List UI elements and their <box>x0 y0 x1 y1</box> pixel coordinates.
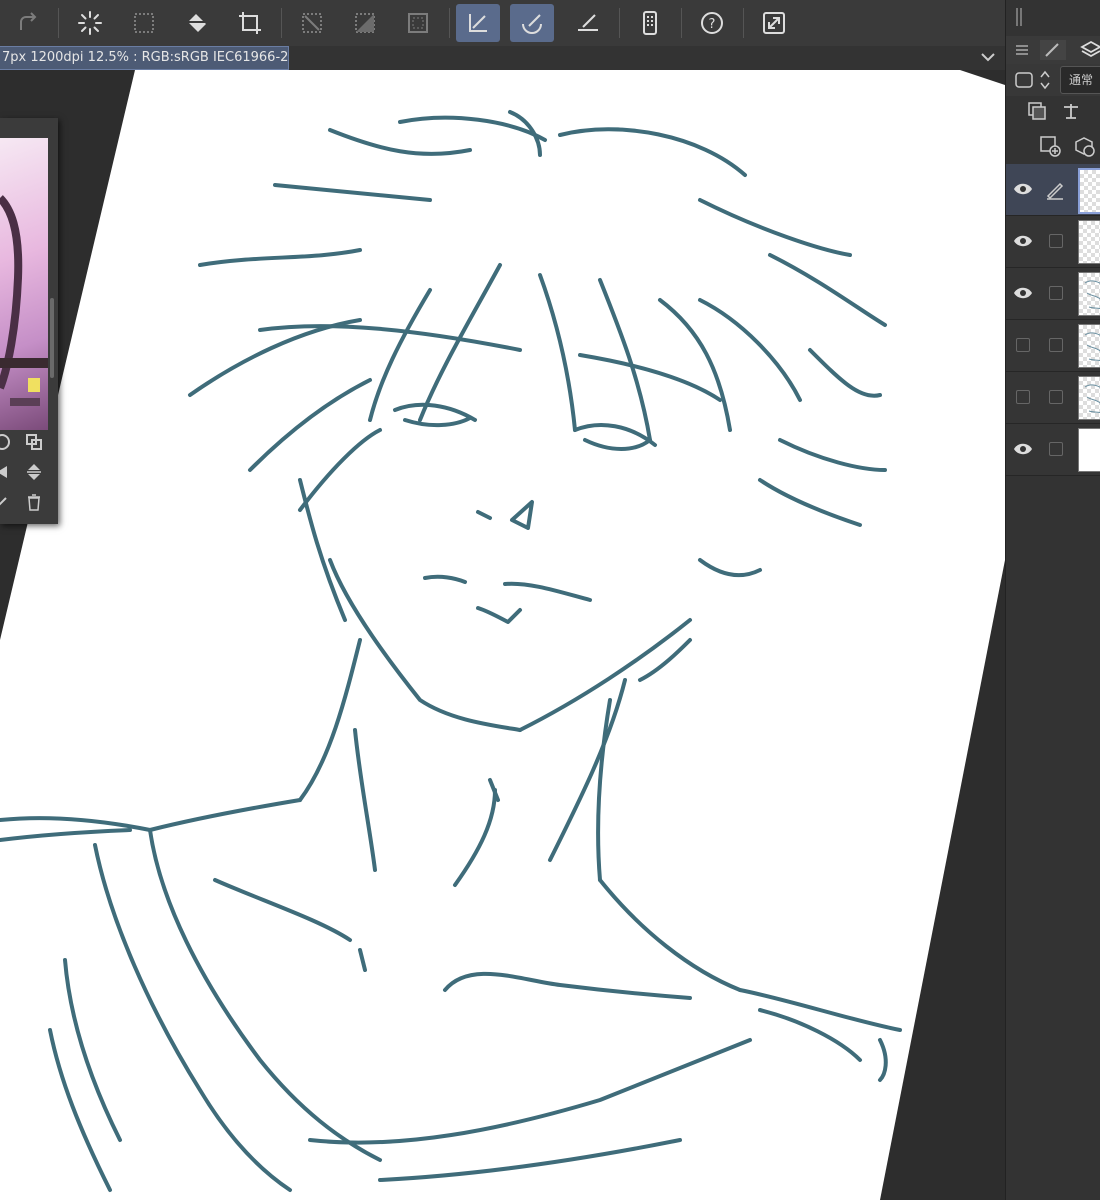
clear-outside-icon <box>302 13 322 33</box>
clear-outside-button[interactable] <box>290 4 334 42</box>
grid-snap-button[interactable] <box>566 4 610 42</box>
canvas-tab[interactable]: 7px 1200dpi 12.5% : RGB:sRGB IEC61966-2.… <box>0 46 289 70</box>
layer-row[interactable] <box>1006 424 1100 476</box>
redo-button[interactable] <box>6 4 50 42</box>
transform-button[interactable] <box>228 4 272 42</box>
reference-layer-icon[interactable] <box>1026 100 1048 122</box>
fullscreen-icon <box>763 12 785 34</box>
layer-thumbnail <box>1078 168 1100 214</box>
eye-icon[interactable] <box>1012 179 1034 199</box>
transform-icon <box>239 12 261 34</box>
navigator-panel <box>0 118 58 524</box>
clear-selection-icon <box>134 13 154 33</box>
selection-border-button[interactable] <box>396 4 440 42</box>
fullscreen-button[interactable] <box>752 4 796 42</box>
special-ruler-snap-button[interactable] <box>510 4 554 42</box>
svg-text:?: ? <box>709 17 716 32</box>
lock-checkbox[interactable] <box>1049 442 1063 456</box>
rotate-icon[interactable] <box>0 432 12 452</box>
layer-thumbnail <box>1078 220 1100 264</box>
layer-row[interactable] <box>1006 372 1100 424</box>
grid-snap-icon <box>578 14 598 31</box>
panel-grip-icon[interactable] <box>1014 8 1024 26</box>
layer-row[interactable] <box>1006 268 1100 320</box>
help-icon: ? <box>701 12 723 34</box>
layer-color-icon[interactable] <box>1014 70 1034 90</box>
fill-button[interactable] <box>175 4 219 42</box>
special-ruler-snap-icon <box>522 14 542 34</box>
lock-checkbox[interactable] <box>1049 286 1063 300</box>
layer-row[interactable] <box>1006 320 1100 372</box>
selection-border-icon <box>408 13 428 33</box>
clear-selection-button[interactable] <box>122 4 166 42</box>
visibility-checkbox[interactable] <box>1016 338 1030 352</box>
new-vector-layer-icon[interactable] <box>1072 134 1096 158</box>
redo-icon <box>20 12 37 30</box>
new-raster-layer-icon[interactable] <box>1038 134 1062 158</box>
layer-row[interactable] <box>1006 164 1100 216</box>
layer-tab-icon[interactable] <box>1080 39 1100 61</box>
layer-panel: 通常 <box>1005 0 1100 1200</box>
device-icon <box>643 11 657 35</box>
device-button[interactable] <box>628 4 672 42</box>
layer-row[interactable] <box>1006 216 1100 268</box>
paper-sheet <box>0 70 1005 1200</box>
trash-icon[interactable] <box>24 492 44 512</box>
chevron-down-icon[interactable] <box>979 48 997 66</box>
layer-thumbnail <box>1078 376 1100 420</box>
panel-tab-bar <box>1006 36 1100 64</box>
navigator-scrollbar[interactable] <box>50 298 54 378</box>
loading-button[interactable] <box>68 4 112 42</box>
menu-icon[interactable] <box>1014 42 1030 58</box>
blend-row: 通常 <box>1006 64 1100 96</box>
visibility-checkbox[interactable] <box>1016 390 1030 404</box>
fill-selection-icon <box>355 13 375 33</box>
stepper-icon[interactable] <box>1038 68 1052 92</box>
lighthouse-icon[interactable] <box>1060 100 1082 122</box>
layer-thumbnail <box>1078 272 1100 316</box>
layer-thumbnail <box>1078 324 1100 368</box>
edit-icon[interactable] <box>0 492 12 512</box>
top-command-bar: ? <box>0 0 1005 47</box>
canvas-title-bar: 7px 1200dpi 12.5% : RGB:sRGB IEC61966-2.… <box>0 46 1005 70</box>
pen-icon[interactable] <box>1044 178 1066 200</box>
fit-screen-icon[interactable] <box>24 432 44 452</box>
eye-icon[interactable] <box>1012 439 1034 459</box>
drawing-canvas[interactable] <box>0 70 1005 1200</box>
eye-icon[interactable] <box>1012 231 1034 251</box>
lock-checkbox[interactable] <box>1049 338 1063 352</box>
fill-icon <box>188 14 206 32</box>
navigator-thumbnail[interactable] <box>0 138 48 430</box>
ruler-snap-icon <box>469 14 487 32</box>
canvas-area[interactable] <box>0 70 1005 1200</box>
flip-horizontal-icon[interactable] <box>0 462 12 482</box>
lock-checkbox[interactable] <box>1049 390 1063 404</box>
fill-selection-button[interactable] <box>343 4 387 42</box>
layer-thumbnail <box>1078 428 1100 472</box>
help-button[interactable]: ? <box>690 4 734 42</box>
blend-mode-select[interactable]: 通常 <box>1060 66 1100 94</box>
flip-vertical-icon[interactable] <box>24 462 44 482</box>
loading-spinner-icon <box>78 11 102 35</box>
lock-checkbox[interactable] <box>1049 234 1063 248</box>
eye-icon[interactable] <box>1012 283 1034 303</box>
ruler-snap-button[interactable] <box>456 4 500 42</box>
tool-property-tab-icon[interactable] <box>1040 40 1066 60</box>
